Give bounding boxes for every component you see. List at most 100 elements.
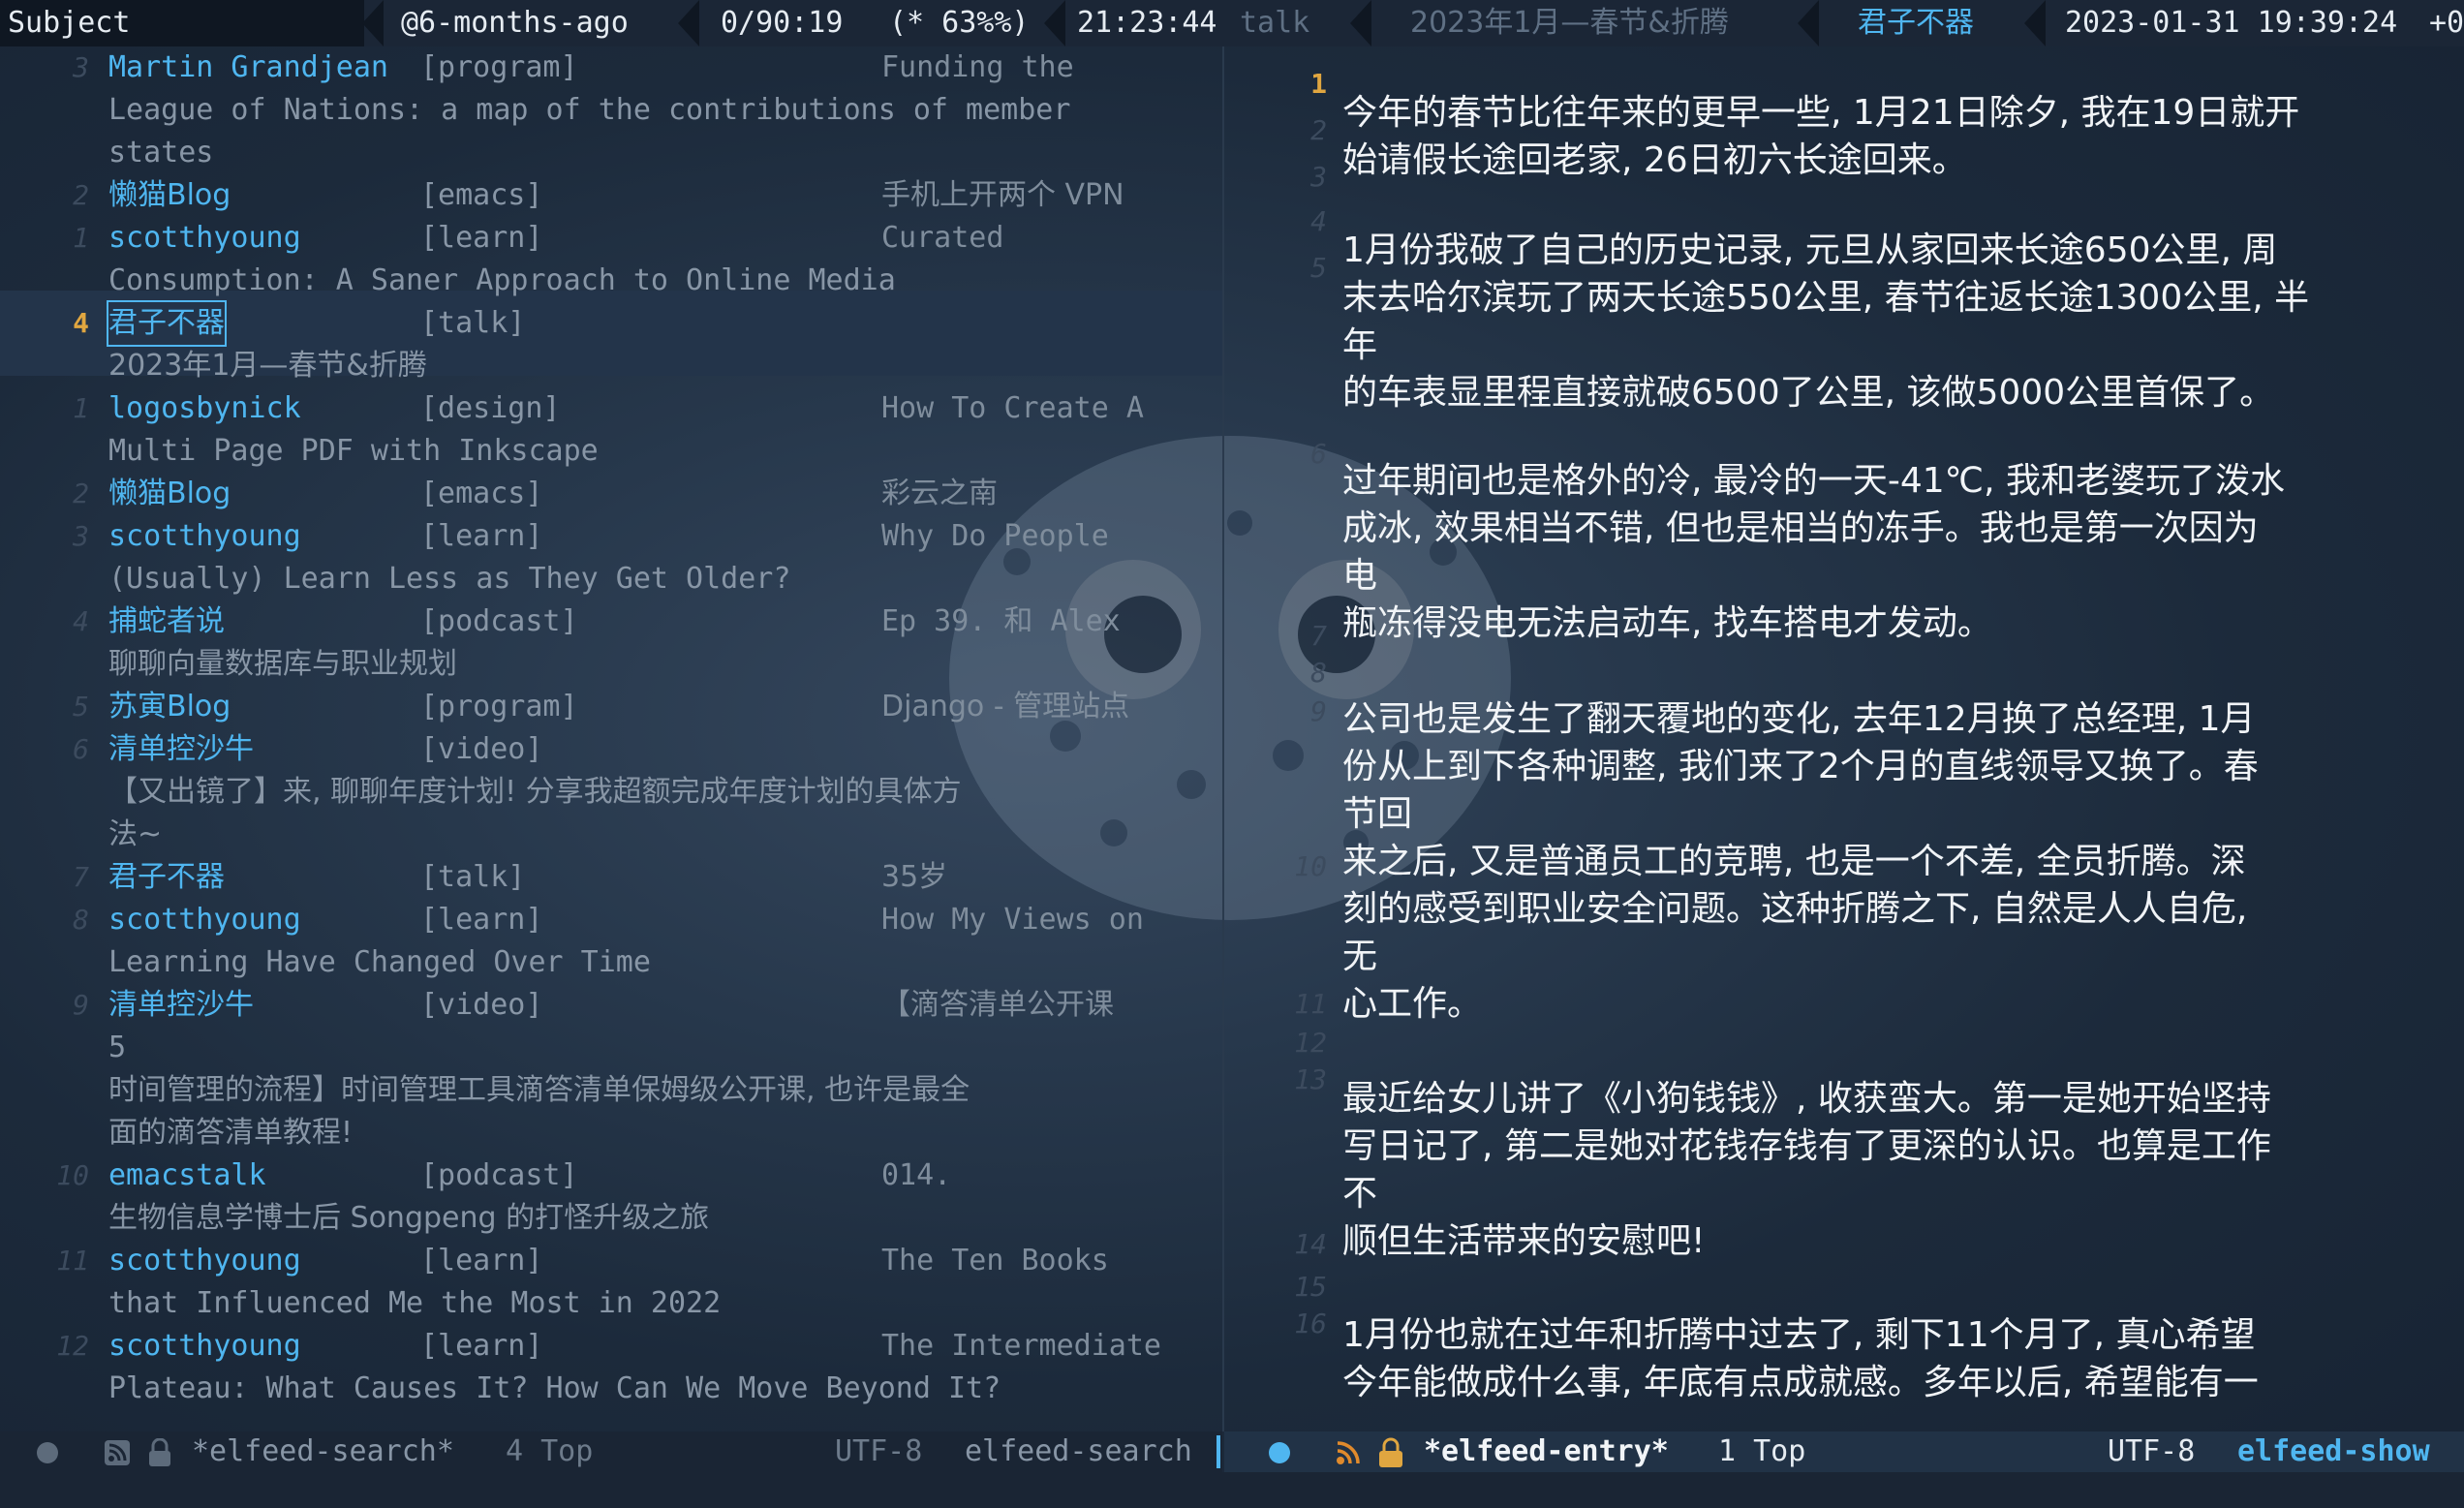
entry-title-continuation[interactable]: 生物信息学博士后 Songpeng 的打怪升级之旅 [108,1197,709,1240]
encoding[interactable]: UTF-8 [2108,1431,2195,1472]
entry-title-continuation[interactable]: 法~ [108,814,162,856]
feed-name[interactable]: 君子不器 [108,856,225,899]
line-number: 15 [1294,1271,1327,1303]
feed-name[interactable]: scotthyoung [108,217,301,260]
feed-name[interactable]: emacstalk [108,1154,266,1197]
header-separator [1350,0,1371,46]
feed-name[interactable]: 清单控沙牛 [108,728,254,771]
feed-name[interactable]: 懒猫Blog [108,473,231,515]
buffer-name[interactable]: *elfeed-search* [192,1431,454,1472]
entry-title[interactable]: Django - 管理站点 [881,686,1129,728]
entry-tag: [learn] [420,1244,543,1277]
entry-title[interactable]: How My Views on [881,899,1144,941]
header-line: Subject @6-months-ago 0/90:19 (* 63%%) 2… [0,0,2464,46]
subject-column-header[interactable]: Subject [0,0,364,46]
entry-title: 2023年1月—春节&折腾 [1410,6,1729,40]
feed-name[interactable]: 君子不器 [107,300,227,347]
entry-title-continuation[interactable]: 面的滴答清单教程! [108,1112,353,1154]
entry-title[interactable]: Funding the [881,46,1074,89]
line-number: 4 [73,605,89,637]
entry-tag: [learn] [420,221,543,255]
header-separator [362,0,384,46]
entry-tag: [emacs] [420,477,543,510]
entry-tag: [video] [420,732,543,766]
entry-title-continuation[interactable]: 2023年1月—春节&折腾 [108,345,427,387]
entry-paragraph: 1月份也就在过年和折腾中过去了, 剩下11个月了, 真心希望 今年能做成什么事,… [1342,1315,2259,1402]
line-number: 3 [73,520,89,552]
line-number-current: 1 [1310,68,1327,100]
feed-name[interactable]: logosbynick [108,387,301,430]
entry-title[interactable]: 手机上开两个 VPN [881,174,1124,217]
entry-title-continuation[interactable]: League of Nations: a map of the contribu… [108,89,1070,132]
line-number: 2 [73,179,89,211]
line-number: 7 [1310,620,1327,652]
feed-name[interactable]: scotthyoung [108,899,301,941]
line-number: 8 [1310,657,1327,689]
entry-title[interactable]: 014. [881,1154,951,1197]
entry-title-continuation[interactable]: states [108,132,213,174]
entry-title-continuation[interactable]: that Influenced Me the Most in 2022 [108,1282,721,1325]
line-number: 6 [73,733,89,765]
entry-title[interactable]: How To Create A [881,387,1144,430]
line-number: 11 [56,1245,89,1277]
echo-area[interactable] [0,1472,2464,1508]
entry-title[interactable]: Curated [881,217,1003,260]
entry-title[interactable]: The Intermediate [881,1325,1161,1368]
entry-title-continuation[interactable]: 聊聊向量数据库与职业规划 [108,643,457,686]
feed-name[interactable]: 苏寅Blog [108,686,231,728]
entry-date: 2023-01-31 19:39:24 [2065,6,2398,40]
feed-name[interactable]: scotthyoung [108,1325,301,1368]
entry-title-continuation[interactable]: Consumption: A Saner Approach to Online … [108,260,896,302]
line-number: 10 [1294,850,1327,882]
elfeed-search-pane[interactable]: 3 Martin Grandjean [program] Funding the… [0,46,1222,1422]
entry-title-continuation[interactable]: (Usually) Learn Less as They Get Older? [108,558,790,600]
entry-title[interactable]: 彩云之南 [881,473,998,515]
feed-name[interactable]: 捕蛇者说 [108,600,225,643]
unread-counts: 0/90:19 [721,6,844,40]
entry-tag: [talk] [420,306,526,340]
line-number: 3 [1310,161,1327,193]
entry-paragraph: 过年期间也是格外的冷, 最冷的一天-41℃, 我和老婆玩了泼水 成冰, 效果相当… [1342,461,2286,643]
major-mode[interactable]: elfeed-show [2237,1431,2430,1472]
entry-title-continuation[interactable]: 5 [108,1027,126,1069]
feed-name[interactable]: scotthyoung [108,515,301,558]
mode-line-entry: *elfeed-entry* 1 Top UTF-8 elfeed-show [1224,1431,2464,1472]
rss-icon [1337,1441,1360,1464]
line-number: 13 [1294,1063,1327,1095]
entry-paragraph: 1月份我破了自己的历史记录, 元旦从家回来长途650公里, 周 末去哈尔滨玩了两… [1342,231,2310,413]
buffer-name[interactable]: *elfeed-entry* [1424,1431,1669,1472]
header-separator [1044,0,1065,46]
entry-title[interactable]: Why Do People [881,515,1109,558]
line-number: 10 [56,1159,89,1191]
entry-tag: [learn] [420,903,543,937]
entry-tag: [learn] [420,1329,543,1363]
feed-name[interactable]: 清单控沙牛 [108,984,254,1027]
entry-title-continuation[interactable]: Multi Page PDF with Inkscape [108,430,599,473]
entry-paragraph: 最近给女儿讲了《小狗钱钱》, 收获蛮大。第一是她开始坚持 写日记了, 第二是她对… [1342,1079,2271,1261]
entry-tag: [program] [420,50,578,84]
entry-title[interactable]: The Ten Books [881,1240,1109,1282]
line-number: 6 [1310,438,1327,470]
feed-name[interactable]: scotthyoung [108,1240,301,1282]
mode-line-search: *elfeed-search* 4 Top UTF-8 elfeed-searc… [0,1431,1222,1472]
header-overflow: +0 [2429,6,2464,40]
feed-name[interactable]: 懒猫Blog [108,174,231,217]
entry-title-continuation[interactable]: 【又出镜了】来, 聊聊年度计划! 分享我超额完成年度计划的具体方 [108,771,962,814]
search-filter[interactable]: @6-months-ago [393,0,636,46]
entry-title[interactable]: 35岁 [881,856,947,899]
lock-icon [1379,1437,1402,1467]
major-mode[interactable]: elfeed-search [965,1431,1192,1472]
line-number: 12 [1294,1027,1327,1059]
entry-title[interactable]: 【滴答清单公开课 [881,984,1114,1027]
feed-name[interactable]: Martin Grandjean [108,46,388,89]
entry-title[interactable]: Ep 39. 和 Alex [881,600,1121,643]
encoding[interactable]: UTF-8 [835,1431,922,1472]
entry-title-continuation[interactable]: Learning Have Changed Over Time [108,941,651,984]
entry-title-continuation[interactable]: 时间管理的流程】时间管理工具滴答清单保姆级公开课, 也许是最全 [108,1069,970,1112]
line-number-current: 4 [73,307,89,339]
cursor-position: 4 Top [506,1434,594,1468]
clock: 21:23:44 [1077,6,1217,40]
entry-title-continuation[interactable]: Plateau: What Causes It? How Can We Move… [108,1368,1001,1410]
elfeed-entry-pane[interactable]: 1 2 3 4 5 6 7 8 9 10 11 12 13 14 15 16 今… [1224,46,2464,1422]
line-number: 3 [73,51,89,83]
